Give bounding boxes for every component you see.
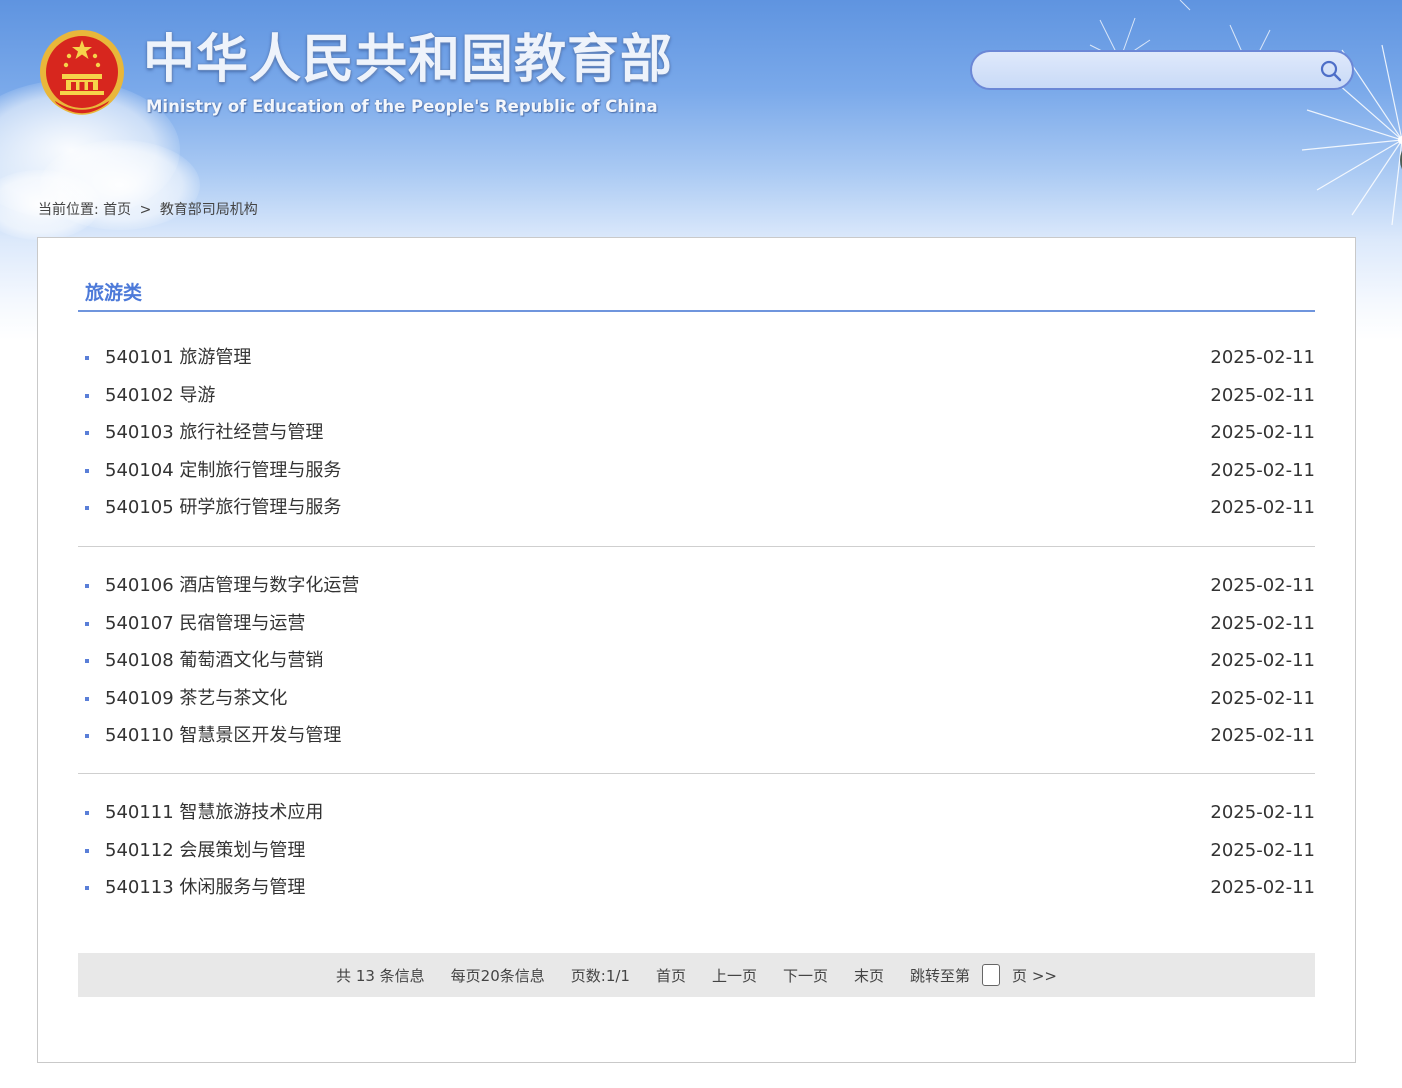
list-item: 540104 定制旅行管理与服务 2025-02-11 xyxy=(78,452,1315,490)
bullet-icon xyxy=(85,659,89,663)
breadcrumb-home-link[interactable]: 首页 xyxy=(103,202,131,218)
list-item-link[interactable]: 540103 旅行社经营与管理 xyxy=(105,421,323,445)
list-item: 540113 休闲服务与管理 2025-02-11 xyxy=(78,869,1315,907)
site-title: 中华人民共和国教育部 xyxy=(143,30,674,90)
section-title: 旅游类 xyxy=(85,282,143,304)
bullet-icon xyxy=(85,886,89,890)
site-header: 中华人民共和国教育部 Ministry of Education of the … xyxy=(0,0,1402,190)
bullet-icon xyxy=(85,848,89,853)
list-item-date: 2025-02-11 xyxy=(1210,575,1315,596)
list-item-link[interactable]: 540104 定制旅行管理与服务 xyxy=(105,459,341,483)
list-item: 540111 智慧旅游技术应用 2025-02-11 xyxy=(78,794,1315,832)
pager-next-link[interactable]: 下一页 xyxy=(783,965,828,986)
search-icon xyxy=(1320,60,1342,82)
list-item-date: 2025-02-11 xyxy=(1210,497,1315,518)
breadcrumb-prefix: 当前位置: xyxy=(38,202,99,218)
list-item: 540106 酒店管理与数字化运营 2025-02-11 xyxy=(78,567,1315,605)
list-item-link[interactable]: 540110 智慧景区开发与管理 xyxy=(105,724,341,748)
pager-page-count: 页数:1/1 xyxy=(570,966,630,985)
pager-jump-label: 跳转至第 xyxy=(910,966,971,985)
list-item: 540108 葡萄酒文化与营销 2025-02-11 xyxy=(78,642,1315,680)
list-item-date: 2025-02-11 xyxy=(1210,725,1315,746)
list-item-date: 2025-02-11 xyxy=(1210,612,1315,634)
pager-go-link[interactable]: 页 >> xyxy=(1012,965,1057,986)
bullet-icon xyxy=(85,811,89,815)
list-item-date: 2025-02-11 xyxy=(1210,650,1315,671)
breadcrumb-separator: > xyxy=(139,202,152,218)
list-group-2: 540106 酒店管理与数字化运营 2025-02-11 540107 民宿管理… xyxy=(78,567,1315,755)
list-item: 540107 民宿管理与运营 2025-02-11 xyxy=(78,605,1315,643)
list-item: 540103 旅行社经营与管理 2025-02-11 xyxy=(78,414,1315,452)
list-item-date: 2025-02-11 xyxy=(1210,347,1315,368)
list-item: 540112 会展策划与管理 2025-02-11 xyxy=(78,832,1315,870)
list-item-date: 2025-02-11 xyxy=(1210,802,1315,823)
bullet-icon xyxy=(85,356,89,360)
section-title-rule xyxy=(78,310,1315,312)
bullet-icon xyxy=(85,393,89,398)
bullet-icon xyxy=(85,468,89,473)
search-button[interactable] xyxy=(1318,58,1344,84)
list-item-link[interactable]: 540106 酒店管理与数字化运营 xyxy=(105,574,359,598)
list-item-date: 2025-02-11 xyxy=(1210,384,1315,406)
list-item: 540105 研学旅行管理与服务 2025-02-11 xyxy=(78,489,1315,527)
page: 中华人民共和国教育部 Ministry of Education of the … xyxy=(0,0,1402,1088)
list-item-link[interactable]: 540105 研学旅行管理与服务 xyxy=(105,496,341,520)
group-divider xyxy=(78,773,1315,774)
list-item-link[interactable]: 540101 旅游管理 xyxy=(105,346,251,370)
list-item-link[interactable]: 540102 导游 xyxy=(105,384,215,408)
breadcrumb: 当前位置: 首页 > 教育部司局机构 xyxy=(38,200,258,220)
list-item-link[interactable]: 540109 茶艺与茶文化 xyxy=(105,687,287,711)
list-item: 540110 智慧景区开发与管理 2025-02-11 xyxy=(78,717,1315,755)
pager-jump: 跳转至第 页 >> xyxy=(910,964,1057,986)
bullet-icon xyxy=(85,431,89,435)
pagination-bar: 共 13 条信息 每页20条信息 页数:1/1 首页 上一页 下一页 末页 跳转… xyxy=(78,953,1315,997)
list-item-link[interactable]: 540112 会展策划与管理 xyxy=(105,839,305,863)
pager-first-link[interactable]: 首页 xyxy=(656,965,686,986)
list-item-link[interactable]: 540108 葡萄酒文化与营销 xyxy=(105,649,323,673)
pager-prev-link[interactable]: 上一页 xyxy=(712,965,757,986)
bullet-icon xyxy=(85,734,89,738)
pager-last-link[interactable]: 末页 xyxy=(854,965,884,986)
site-subtitle: Ministry of Education of the People's Re… xyxy=(146,97,658,116)
list-item-date: 2025-02-11 xyxy=(1210,687,1315,709)
list-item: 540101 旅游管理 2025-02-11 xyxy=(78,339,1315,377)
list-item-date: 2025-02-11 xyxy=(1210,422,1315,443)
breadcrumb-current-link[interactable]: 教育部司局机构 xyxy=(160,202,258,218)
list-item-link[interactable]: 540107 民宿管理与运营 xyxy=(105,612,305,636)
search-box xyxy=(970,50,1354,90)
list-item: 540102 导游 2025-02-11 xyxy=(78,377,1315,415)
national-emblem-icon[interactable] xyxy=(38,28,126,120)
search-input[interactable] xyxy=(988,59,1312,85)
bullet-icon xyxy=(85,696,89,701)
list-group-1: 540101 旅游管理 2025-02-11 540102 导游 2025-02… xyxy=(78,339,1315,527)
list-item-link[interactable]: 540113 休闲服务与管理 xyxy=(105,876,305,900)
pager-per-page: 每页20条信息 xyxy=(450,966,545,985)
bullet-icon xyxy=(85,506,89,510)
list-item-link[interactable]: 540111 智慧旅游技术应用 xyxy=(105,801,323,825)
list-item-date: 2025-02-11 xyxy=(1210,459,1315,481)
list-item-date: 2025-02-11 xyxy=(1210,839,1315,861)
list-item-date: 2025-02-11 xyxy=(1210,877,1315,898)
content-panel: 旅游类 540101 旅游管理 2025-02-11 540102 导游 202… xyxy=(37,237,1356,1063)
pager-total: 共 13 条信息 xyxy=(336,966,425,985)
bullet-icon xyxy=(85,584,89,588)
list-item: 540109 茶艺与茶文化 2025-02-11 xyxy=(78,680,1315,718)
list-group-3: 540111 智慧旅游技术应用 2025-02-11 540112 会展策划与管… xyxy=(78,794,1315,907)
pager-jump-input[interactable] xyxy=(982,964,1001,986)
group-divider xyxy=(78,546,1315,547)
bullet-icon xyxy=(85,621,89,626)
